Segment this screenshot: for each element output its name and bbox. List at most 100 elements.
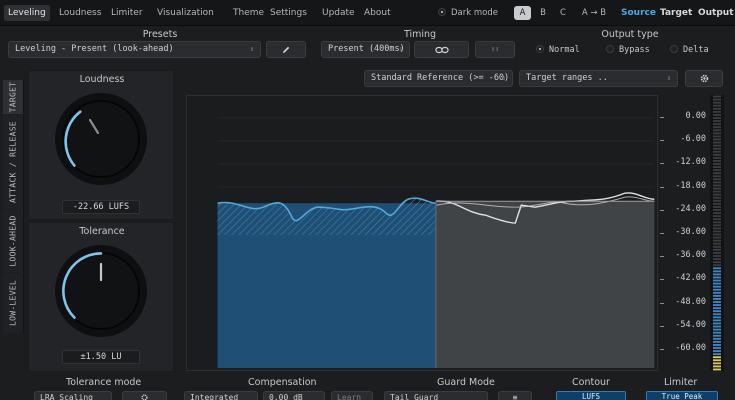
compensation-value-field[interactable]: 0.00 dB: [263, 391, 325, 400]
meter-segment: [713, 279, 721, 282]
meter-segment: [713, 160, 721, 162]
tolerance-knob[interactable]: [52, 242, 150, 340]
meter-segment: [713, 141, 721, 144]
scale-label: -24.00: [675, 203, 706, 214]
chevron-updown-icon: ⇕: [398, 45, 403, 53]
guard-options-button[interactable]: ≡: [498, 391, 532, 400]
edit-preset-button[interactable]: [266, 41, 306, 58]
tolerance-settings-button[interactable]: [122, 391, 167, 400]
meter-segment: [713, 267, 721, 270]
meter-segment: [713, 294, 721, 297]
output-button[interactable]: Output: [698, 5, 734, 21]
side-tab-low-level[interactable]: LOW-LEVEL: [3, 273, 24, 333]
presets-title: Presets: [142, 29, 178, 40]
scale-tick: [660, 349, 664, 350]
meter-segment: [713, 258, 721, 260]
scale-tick: [660, 117, 664, 118]
meter-segment: [713, 126, 721, 129]
side-tab-attack-release[interactable]: ATTACK / RELEASE: [3, 115, 24, 209]
tab-leveling[interactable]: Leveling: [4, 5, 50, 21]
side-tab-low-level-label: LOW-LEVEL: [8, 279, 18, 327]
tab-settings[interactable]: Settings: [266, 5, 311, 21]
tab-theme[interactable]: Theme: [229, 5, 268, 21]
meter-segment: [713, 120, 721, 122]
meter-segment: [713, 319, 721, 322]
meter-segment: [713, 344, 721, 346]
scale-tick: [660, 302, 664, 304]
timing-dropdown[interactable]: Present (400ms) ⇕: [321, 41, 410, 58]
meter-segment: [713, 310, 721, 313]
side-tab-look-ahead[interactable]: LOOK-AHEAD: [3, 210, 24, 272]
tolerance-mode-dropdown[interactable]: LRA Scaling: [34, 391, 112, 400]
target-button[interactable]: Target: [660, 5, 692, 21]
settings-button[interactable]: [685, 70, 723, 87]
meter-segment: [713, 261, 721, 264]
output-normal-option[interactable]: Normal: [536, 43, 580, 57]
tab-loudness[interactable]: Loudness: [55, 5, 105, 21]
dark-mode-toggle[interactable]: Dark mode: [438, 6, 498, 20]
timing-link-button[interactable]: [414, 41, 469, 58]
meter-segment: [713, 285, 721, 288]
contour-lufs-button[interactable]: LUFS: [556, 391, 626, 400]
meter-segment: [713, 153, 721, 156]
meter-segment: [713, 206, 721, 208]
scale-label: -54.00: [675, 319, 706, 330]
output-delta-option[interactable]: Delta: [670, 43, 709, 57]
meter-segment: [713, 98, 721, 101]
compensation-learn-button[interactable]: Learn: [331, 391, 373, 400]
source-button[interactable]: Source: [621, 5, 656, 21]
scale-tick: [660, 140, 664, 142]
meter-segment: [713, 291, 721, 294]
meter-segment: [713, 101, 721, 104]
meter-segment: [713, 236, 721, 239]
scale-label: -42.00: [675, 273, 706, 284]
output-meter: [710, 95, 724, 371]
scale-label: -18.00: [675, 180, 706, 191]
compensation-mode-dropdown[interactable]: Integrated: [184, 391, 258, 400]
meter-segment: [713, 224, 721, 227]
output-bypass-option[interactable]: Bypass: [606, 43, 650, 57]
meter-segment: [713, 202, 721, 205]
meter-segment: [713, 138, 721, 141]
meter-segment: [713, 193, 721, 196]
meter-segment: [713, 248, 721, 251]
ab-slot-a[interactable]: A: [514, 6, 531, 20]
loudness-readout[interactable]: -22.66 LUFS: [62, 200, 140, 214]
meter-segment: [713, 288, 721, 291]
meter-segment: [713, 178, 721, 181]
target-ranges-dropdown[interactable]: Target ranges .. ⇕: [519, 70, 678, 87]
tolerance-readout[interactable]: ±1.50 LU: [62, 350, 140, 364]
side-tab-target[interactable]: TARGET: [3, 80, 24, 114]
sliders-icon: ≡: [512, 393, 518, 400]
meter-segment: [713, 123, 721, 126]
presets-value: Leveling - Present (look-ahead): [15, 44, 174, 54]
tab-about[interactable]: About: [360, 5, 395, 21]
meter-segment: [713, 239, 721, 242]
tab-visualization[interactable]: Visualization: [153, 5, 218, 21]
dark-mode-radio: [438, 8, 446, 16]
ab-slot-c[interactable]: C: [556, 6, 570, 20]
tab-limiter[interactable]: Limiter: [107, 5, 147, 21]
loudness-knob[interactable]: [52, 90, 150, 188]
meter-segment: [713, 196, 721, 199]
meter-segment: [713, 337, 721, 340]
timing-extra-button[interactable]: ı ı: [475, 41, 515, 58]
menu-bar: Leveling Loudness Limiter Visualization …: [0, 0, 735, 26]
output-area: [435, 201, 655, 369]
scale-tick: [660, 209, 664, 211]
timing-title: Timing: [403, 29, 437, 40]
output-delta-label: Delta: [683, 45, 709, 55]
meter-segment: [713, 166, 721, 168]
meter-segment: [713, 353, 721, 356]
ab-slot-b[interactable]: B: [536, 6, 550, 20]
limiter-true-peak-button[interactable]: True Peak: [646, 391, 718, 400]
meter-segment: [713, 230, 721, 233]
ab-copy-button[interactable]: A → B: [578, 6, 610, 20]
guard-mode-dropdown[interactable]: Tail Guard: [384, 391, 488, 400]
tab-update[interactable]: Update: [318, 5, 359, 21]
meter-segment: [713, 304, 721, 306]
meter-segment: [713, 282, 721, 285]
reference-dropdown[interactable]: Standard Reference (>= -60) ⇕: [364, 70, 513, 87]
meter-segment: [713, 129, 721, 132]
presets-dropdown[interactable]: Leveling - Present (look-ahead) ⇕: [8, 41, 261, 58]
